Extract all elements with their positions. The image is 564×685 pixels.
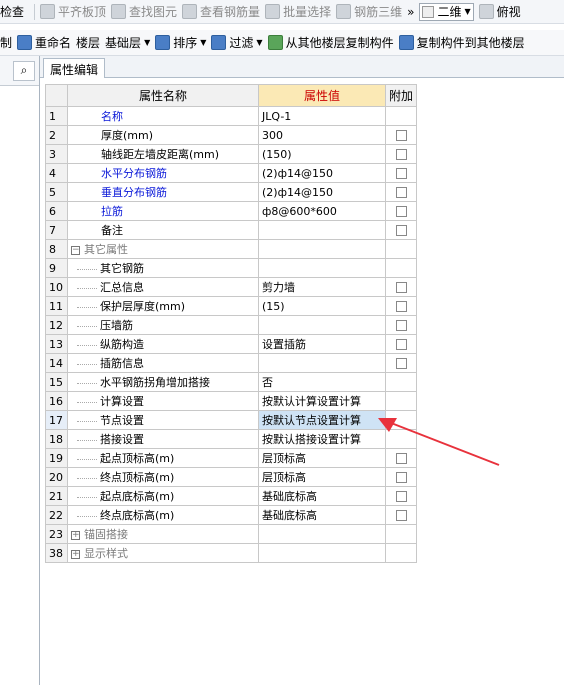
top-view-button[interactable]: 俯视 <box>478 3 521 20</box>
floor-label: 楼层 <box>76 36 101 50</box>
view-mode-icon <box>422 5 435 18</box>
view-rebar-qty-button[interactable]: 查看钢筋量 <box>182 3 260 20</box>
find-icon <box>111 4 127 19</box>
left-search-bar: ⌕ <box>0 56 39 86</box>
chevron-down-icon: ▼ <box>200 38 207 47</box>
rebar-qty-icon <box>182 4 198 19</box>
toolbar-separator <box>34 3 36 20</box>
property-panel: 属性编辑 属性名称 属性值 附加 1 名称 JLQ-1 2 厚度(mm) 300 3 轴线距左… <box>40 56 564 685</box>
copy-from-floor-button[interactable]: 从其他楼层复制构件 <box>267 34 394 51</box>
floor-select[interactable]: 基础层 ▼ <box>105 34 150 51</box>
copy-from-icon <box>267 35 283 50</box>
filter-icon <box>211 35 227 50</box>
arrow-shaft <box>385 420 500 466</box>
red-arrow-annotation <box>378 418 500 466</box>
left-panel: ⌕ <box>0 56 40 685</box>
control-button[interactable]: 制 <box>0 34 12 51</box>
copy-to-floor-button[interactable]: 复制构件到其他楼层 <box>398 34 525 51</box>
rename-icon <box>17 35 33 50</box>
rename-button[interactable]: 重命名 <box>17 34 71 51</box>
check-button[interactable]: 检查 <box>0 3 24 20</box>
top-toolbar: 检查 平齐板顶 查找图元 查看钢筋量 批量选择 钢筋三维 » 二维 ▼ 俯视 <box>0 0 564 24</box>
more-arrow-icon[interactable]: » <box>407 5 414 19</box>
filter-button[interactable]: 过滤 ▼ <box>211 34 263 51</box>
top-view-icon <box>478 4 494 19</box>
second-toolbar: 制 重命名 楼层 基础层 ▼ 排序 ▼ 过滤 ▼ 从其他楼层复制构件 复制构件到其他楼… <box>0 30 564 56</box>
batch-select-icon <box>265 4 281 19</box>
view-mode-select[interactable]: 二维 ▼ <box>419 2 474 21</box>
search-icon[interactable]: ⌕ <box>13 60 35 81</box>
rebar-3d-button[interactable]: 钢筋三维 <box>336 3 402 20</box>
align-slab-top-button[interactable]: 平齐板顶 <box>40 3 106 20</box>
chevron-down-icon: ▼ <box>256 38 263 47</box>
rebar-3d-icon <box>336 4 352 19</box>
sort-icon <box>155 35 171 50</box>
batch-select-button[interactable]: 批量选择 <box>265 3 331 20</box>
sort-button[interactable]: 排序 ▼ <box>155 34 206 51</box>
find-element-button[interactable]: 查找图元 <box>111 3 177 20</box>
chevron-down-icon: ▼ <box>464 7 471 16</box>
chevron-down-icon: ▼ <box>144 38 151 47</box>
copy-to-icon <box>398 35 414 50</box>
align-icon <box>40 4 56 19</box>
